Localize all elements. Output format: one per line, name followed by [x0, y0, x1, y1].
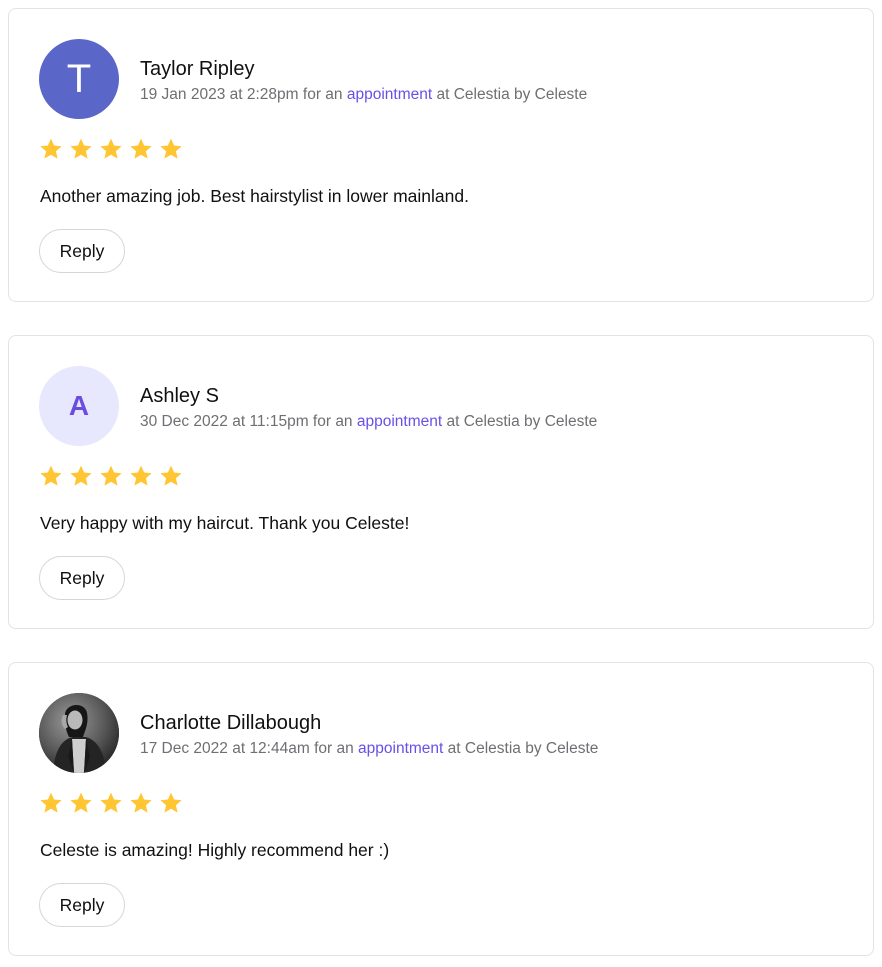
star-icon	[40, 792, 62, 813]
appointment-link[interactable]: appointment	[357, 413, 442, 430]
star-icon	[160, 138, 182, 159]
star-rating	[39, 464, 183, 488]
appointment-link[interactable]: appointment	[347, 86, 432, 103]
star-icon	[40, 465, 62, 486]
avatar-initial: A	[68, 390, 90, 421]
review-card: A Ashley S 30 Dec 2022 at 11:15pm for an…	[8, 335, 874, 629]
reply-button[interactable]: Reply	[39, 229, 125, 273]
star-icon	[100, 465, 122, 486]
star-icon	[130, 138, 152, 159]
review-meta: 30 Dec 2022 at 11:15pm for an appointmen…	[140, 412, 597, 432]
star-icon	[130, 792, 152, 813]
review-card: Charlotte Dillabough 17 Dec 2022 at 12:4…	[8, 662, 874, 956]
review-venue: at Celestia by Celeste	[447, 740, 599, 757]
reviewer-name: Ashley S	[140, 385, 219, 407]
star-icon	[130, 465, 152, 486]
review-card: T Taylor Ripley 19 Jan 2023 at 2:28pm fo…	[8, 8, 874, 302]
review-comment: Celeste is amazing! Highly recommend her…	[40, 840, 390, 860]
review-for-text: for an	[312, 413, 353, 430]
reply-button[interactable]: Reply	[39, 883, 125, 927]
avatar: T	[39, 39, 119, 119]
avatar: A	[39, 366, 119, 446]
star-icon	[40, 138, 62, 159]
star-icon	[70, 138, 92, 159]
avatar	[39, 693, 119, 773]
reviewer-name: Taylor Ripley	[140, 58, 255, 80]
review-venue: at Celestia by Celeste	[446, 413, 598, 430]
reviewer-name: Charlotte Dillabough	[140, 712, 322, 734]
star-icon	[160, 792, 182, 813]
appointment-link[interactable]: appointment	[358, 740, 443, 757]
star-rating	[39, 137, 183, 161]
star-icon	[70, 792, 92, 813]
star-rating	[39, 791, 183, 815]
review-for-text: for an	[314, 740, 354, 757]
avatar-photo	[39, 693, 119, 773]
review-meta: 17 Dec 2022 at 12:44am for an appointmen…	[140, 739, 598, 759]
review-comment: Very happy with my haircut. Thank you Ce…	[40, 513, 410, 533]
review-venue: at Celestia by Celeste	[436, 86, 588, 103]
star-icon	[160, 465, 182, 486]
review-datetime: 30 Dec 2022 at 11:15pm	[140, 413, 309, 430]
review-for-text: for an	[302, 86, 343, 103]
star-icon	[100, 138, 122, 159]
review-comment: Another amazing job. Best hairstylist in…	[40, 186, 469, 206]
star-icon	[70, 465, 92, 486]
review-datetime: 17 Dec 2022 at 12:44am	[140, 740, 310, 757]
avatar-initial: T	[66, 56, 92, 101]
reviews-list: T Taylor Ripley 19 Jan 2023 at 2:28pm fo…	[0, 0, 882, 967]
review-datetime: 19 Jan 2023 at 2:28pm	[140, 86, 299, 103]
star-icon	[100, 792, 122, 813]
reply-button[interactable]: Reply	[39, 556, 125, 600]
review-meta: 19 Jan 2023 at 2:28pm for an appointment…	[140, 85, 587, 105]
